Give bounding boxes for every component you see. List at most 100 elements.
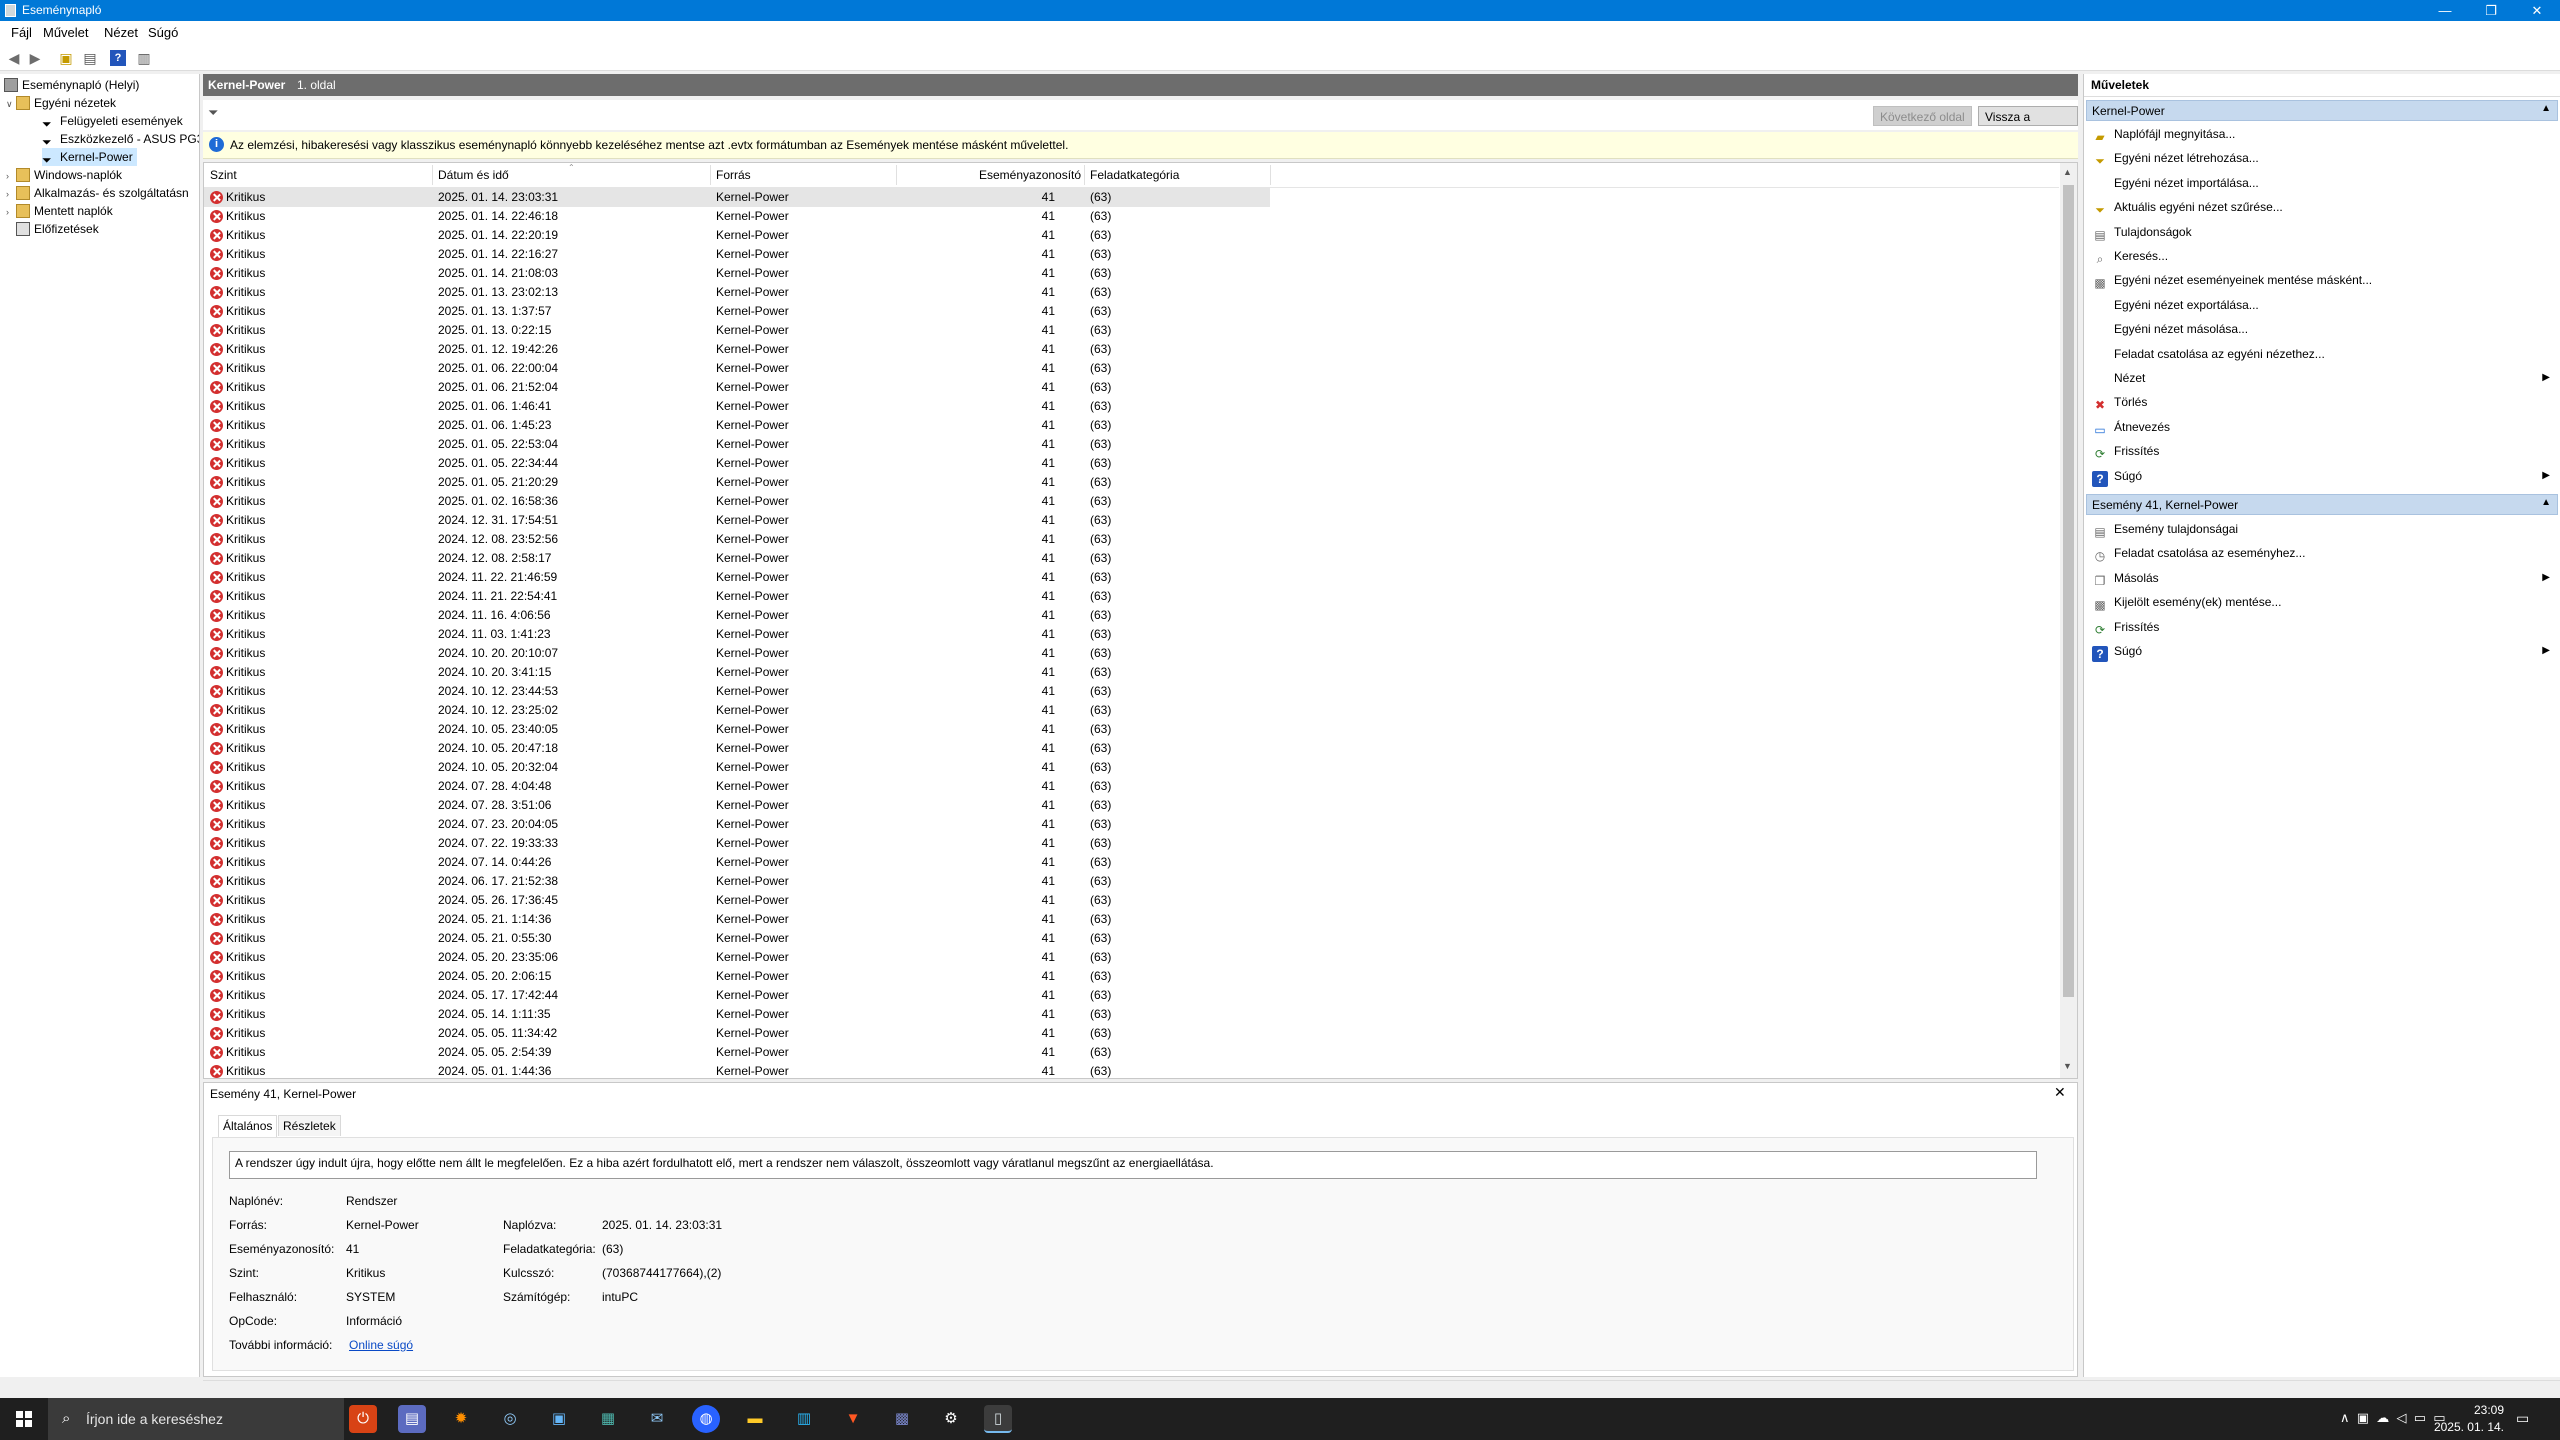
table-row[interactable]: Kritikus 2024. 11. 03. 1:41:23 Kernel-Powe… — [204, 625, 1270, 644]
event-viewer-taskbar-icon[interactable]: ▯ — [984, 1405, 1012, 1433]
action-item[interactable]: ⏷ Egyéni nézet létrehozása... — [2092, 148, 2552, 168]
notes-app-icon[interactable]: ▤ — [398, 1405, 426, 1433]
table-row[interactable]: Kritikus 2024. 10. 05. 23:40:05 Kernel-Pow… — [204, 720, 1270, 739]
file-explorer-icon[interactable]: ▬ — [741, 1405, 769, 1433]
table-row[interactable]: Kritikus 2024. 05. 14. 1:11:35 Kernel-Powe… — [204, 1005, 1270, 1024]
close-window-button[interactable]: ✕ — [2514, 0, 2560, 21]
tree-subscriptions[interactable]: Előfizetések — [16, 220, 99, 238]
maximize-button[interactable]: ❐ — [2468, 0, 2514, 21]
table-row[interactable]: Kritikus 2024. 11. 21. 22:54:41 Kernel-Pow… — [204, 587, 1270, 606]
chevron-down-icon[interactable]: ∨ — [6, 95, 16, 113]
tree-windows-logs[interactable]: › Windows-naplók — [6, 166, 122, 184]
column-level[interactable]: Szint — [210, 168, 237, 182]
tab-general[interactable]: Általános — [218, 1115, 278, 1138]
calculator-app-icon[interactable]: ▦ — [594, 1405, 622, 1433]
action-item[interactable]: ⟳ Frissítés — [2092, 441, 2552, 461]
action-item[interactable]: ? Súgó ▶ — [2092, 466, 2552, 487]
table-row[interactable]: Kritikus 2025. 01. 14. 22:16:27 Kernel-Pow… — [204, 245, 1270, 264]
help-icon[interactable]: ? — [110, 50, 126, 66]
action-item[interactable]: ▭ Átnevezés — [2092, 417, 2552, 437]
minimize-button[interactable]: — — [2422, 0, 2468, 21]
table-row[interactable]: Kritikus 2025. 01. 14. 22:20:19 Kernel-Pow… — [204, 226, 1270, 245]
folder-up-icon[interactable]: ▣ — [58, 50, 74, 66]
start-button[interactable] — [0, 1398, 48, 1440]
back-to-top-button[interactable]: Vissza a tetejére — [1978, 106, 2078, 144]
show-hide-actions-icon[interactable]: ▥ — [136, 50, 152, 66]
table-row[interactable]: Kritikus 2025. 01. 06. 21:52:04 Kernel-Pow… — [204, 378, 1270, 397]
sun-app-icon[interactable]: ✹ — [447, 1405, 475, 1433]
table-row[interactable]: Kritikus 2024. 07. 28. 3:51:06 Kernel-Powe… — [204, 796, 1270, 815]
scrollbar-thumb[interactable] — [2063, 185, 2074, 997]
scroll-up-icon[interactable]: ▲ — [2063, 167, 2072, 177]
action-item[interactable]: Egyéni nézet exportálása... — [2092, 295, 2552, 315]
volume-icon[interactable]: ◁ — [2397, 1410, 2407, 1425]
table-row[interactable]: Kritikus 2024. 07. 28. 4:04:48 Kernel-Powe… — [204, 777, 1270, 796]
action-item[interactable]: ✖ Törlés — [2092, 392, 2552, 412]
table-row[interactable]: Kritikus 2024. 07. 23. 20:04:05 Kernel-Pow… — [204, 815, 1270, 834]
forward-arrow-icon[interactable]: ▶ — [27, 50, 43, 66]
table-row[interactable]: Kritikus 2024. 05. 21. 1:14:36 Kernel-Powe… — [204, 910, 1270, 929]
table-row[interactable]: Kritikus 2025. 01. 13. 23:02:13 Kernel-Pow… — [204, 283, 1270, 302]
event-list-vertical-scrollbar[interactable]: ▲ ▼ — [2060, 163, 2077, 1078]
save-app-icon[interactable]: ▩ — [888, 1405, 916, 1433]
menu-view[interactable]: Nézet — [104, 25, 138, 40]
table-row[interactable]: Kritikus 2025. 01. 14. 21:08:03 Kernel-Pow… — [204, 264, 1270, 283]
tree-app-service-logs[interactable]: › Alkalmazás- és szolgáltatásn — [6, 184, 189, 202]
table-row[interactable]: Kritikus 2025. 01. 06. 1:45:23 Kernel-Powe… — [204, 416, 1270, 435]
action-item[interactable]: ▰ Naplófájl megnyitása... — [2092, 124, 2552, 144]
chevron-right-icon[interactable]: › — [6, 185, 16, 203]
actions-section-kernel-power[interactable]: Kernel-Power ▲ — [2086, 100, 2558, 121]
table-row[interactable]: Kritikus 2025. 01. 13. 1:37:57 Kernel-Powe… — [204, 302, 1270, 321]
column-separator[interactable] — [1084, 165, 1085, 185]
collapse-icon[interactable]: ▲ — [2541, 497, 2551, 508]
scroll-down-icon[interactable]: ▼ — [2063, 1061, 2072, 1071]
actions-section-event[interactable]: Esemény 41, Kernel-Power ▲ — [2086, 494, 2558, 515]
action-item[interactable]: ▤ Tulajdonságok — [2092, 222, 2552, 242]
menu-help[interactable]: Súgó — [148, 25, 178, 40]
table-row[interactable]: Kritikus 2024. 05. 26. 17:36:45 Kernel-Pow… — [204, 891, 1270, 910]
column-date[interactable]: Dátum és idő — [438, 168, 509, 182]
mail-app-icon[interactable]: ✉ — [643, 1405, 671, 1433]
chevron-right-icon[interactable]: › — [6, 203, 16, 221]
table-row[interactable]: Kritikus 2025. 01. 14. 22:46:18 Kernel-Pow… — [204, 207, 1270, 226]
next-page-button[interactable]: Következő oldal — [1873, 106, 1972, 126]
clock[interactable]: 23:09 2025. 01. 14. — [2432, 1402, 2504, 1436]
brave-browser-icon[interactable]: ▼ — [839, 1405, 867, 1433]
action-item[interactable]: Egyéni nézet másolása... — [2092, 319, 2552, 339]
action-item[interactable]: ❐ Másolás ▶ — [2092, 568, 2552, 588]
tree-kernel-power[interactable]: ⏷ Kernel-Power — [42, 148, 137, 167]
chevron-right-icon[interactable]: › — [6, 167, 16, 185]
table-row[interactable]: Kritikus 2024. 05. 17. 17:42:44 Kernel-Pow… — [204, 986, 1270, 1005]
table-row[interactable]: Kritikus 2025. 01. 06. 1:46:41 Kernel-Powe… — [204, 397, 1270, 416]
table-row[interactable]: Kritikus 2024. 10. 12. 23:25:02 Kernel-Pow… — [204, 701, 1270, 720]
tree-device-manager[interactable]: ⏷ Eszközkezelő - ASUS PG3 — [42, 130, 199, 149]
event-description[interactable]: A rendszer úgy indult újra, hogy előtte … — [229, 1151, 2037, 1179]
table-row[interactable]: Kritikus 2024. 07. 22. 19:33:33 Kernel-Pow… — [204, 834, 1270, 853]
action-item[interactable]: Feladat csatolása az egyéni nézethez... — [2092, 344, 2552, 364]
tree-custom-views[interactable]: ∨ Egyéni nézetek — [6, 94, 116, 112]
table-row[interactable]: Kritikus 2025. 01. 02. 16:58:36 Kernel-Pow… — [204, 492, 1270, 511]
table-row[interactable]: Kritikus 2025. 01. 06. 22:00:04 Kernel-Pow… — [204, 359, 1270, 378]
action-item[interactable]: Nézet ▶ — [2092, 368, 2552, 388]
action-item[interactable]: ⏷ Aktuális egyéni nézet szűrése... — [2092, 197, 2552, 217]
table-row[interactable]: Kritikus 2025. 01. 12. 19:42:26 Kernel-Pow… — [204, 340, 1270, 359]
menu-action[interactable]: Művelet — [43, 25, 89, 40]
table-row[interactable]: Kritikus 2024. 10. 12. 23:44:53 Kernel-Pow… — [204, 682, 1270, 701]
table-row[interactable]: Kritikus 2024. 05. 05. 11:34:42 Kernel-Pow… — [204, 1024, 1270, 1043]
table-row[interactable]: Kritikus 2024. 05. 05. 2:54:39 Kernel-Powe… — [204, 1043, 1270, 1062]
column-separator[interactable] — [710, 165, 711, 185]
network-icon[interactable]: ▣ — [2357, 1410, 2369, 1425]
action-item[interactable]: ▤ Esemény tulajdonságai — [2092, 519, 2552, 539]
power-app-icon[interactable]: ⏻ — [349, 1405, 377, 1433]
chevron-up-icon[interactable]: ∧ — [2340, 1410, 2350, 1425]
table-row[interactable]: Kritikus 2024. 07. 14. 0:44:26 Kernel-Powe… — [204, 853, 1270, 872]
column-separator[interactable] — [432, 165, 433, 185]
column-separator[interactable] — [896, 165, 897, 185]
column-separator[interactable] — [1270, 165, 1271, 185]
action-item[interactable]: ▩ Kijelölt esemény(ek) mentése... — [2092, 592, 2552, 612]
tree-admin-events[interactable]: ⏷ Felügyeleti események — [42, 112, 183, 131]
table-row[interactable]: Kritikus 2024. 05. 20. 2:06:15 Kernel-Powe… — [204, 967, 1270, 986]
collapse-icon[interactable]: ▲ — [2541, 103, 2551, 114]
column-source[interactable]: Forrás — [716, 168, 751, 182]
table-row[interactable]: Kritikus 2025. 01. 05. 21:20:29 Kernel-Pow… — [204, 473, 1270, 492]
